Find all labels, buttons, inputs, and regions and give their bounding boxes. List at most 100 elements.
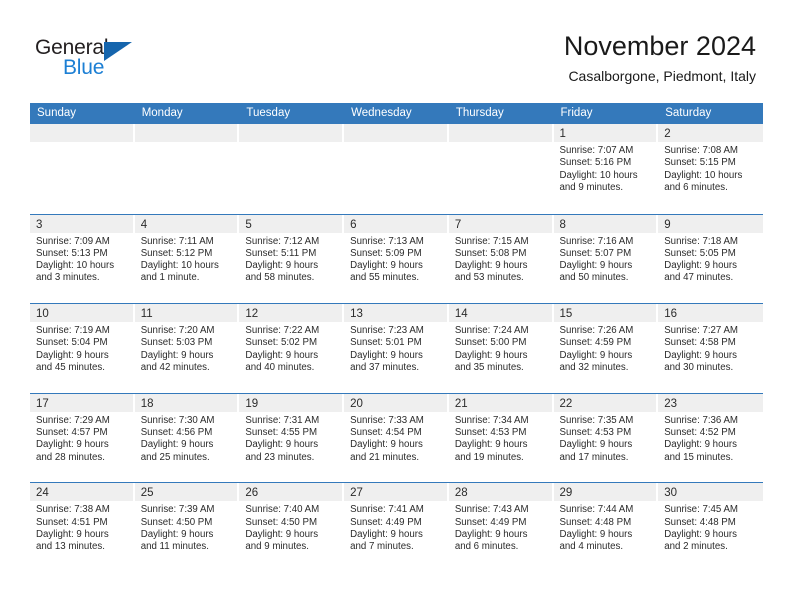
day-number-band: 20 (344, 393, 447, 412)
day-number: 22 (559, 397, 573, 410)
calendar-day-cell[interactable]: 27 Sunrise: 7:41 AM Sunset: 4:49 PM Dayligh… (344, 483, 449, 572)
calendar-week-row: 10 Sunrise: 7:19 AM Sunset: 5:04 PM Dayligh… (30, 303, 763, 393)
page-title: November 2024 (563, 31, 756, 61)
calendar-day-cell[interactable]: 26 Sunrise: 7:40 AM Sunset: 4:50 PM Dayligh… (239, 483, 345, 572)
calendar-day-cell[interactable]: 18 Sunrise: 7:30 AM Sunset: 4:56 PM Dayligh… (134, 393, 240, 483)
calendar-day-cell[interactable]: 6 Sunrise: 7:13 AM Sunset: 5:09 PM Daylight… (344, 214, 449, 304)
calendar-day-cell[interactable]: 28 Sunrise: 7:43 AM Sunset: 4:49 PM Dayligh… (448, 483, 554, 572)
calendar-day-cell[interactable]: 30 Sunrise: 7:45 AM Sunset: 4:48 PM Dayligh… (658, 483, 763, 572)
day-number-band: 13 (344, 304, 447, 323)
calendar-day-cell[interactable]: 25 Sunrise: 7:39 AM Sunset: 4:50 PM Dayligh… (134, 483, 240, 572)
calendar-day-cell[interactable]: 20 Sunrise: 7:33 AM Sunset: 4:54 PM Dayligh… (344, 393, 449, 483)
daylight-text-line2: and 19 minutes. (454, 451, 524, 463)
weekday-header-saturday: Saturday (665, 107, 712, 119)
sunset-text: Sunset: 4:57 PM (36, 427, 108, 439)
weekday-header-row: Sunday Monday Tuesday Wednesday Thursday… (30, 103, 763, 124)
day-number-band: 6 (344, 214, 447, 233)
calendar-day-cell[interactable]: 7 Sunrise: 7:15 AM Sunset: 5:08 PM Daylight… (448, 214, 554, 304)
calendar-day-cell[interactable]: 4 Sunrise: 7:11 AM Sunset: 5:12 PM Daylight… (134, 214, 240, 304)
day-detail-body: Sunrise: 7:26 AM Sunset: 4:59 PM Daylight:… (554, 322, 657, 374)
daylight-text-line1: Daylight: 9 hours (140, 528, 214, 540)
day-detail-body: Sunrise: 7:15 AM Sunset: 5:08 PM Daylight:… (449, 233, 552, 285)
sunrise-text: Sunrise: 7:26 AM (559, 325, 634, 337)
day-number-band: 14 (448, 304, 552, 323)
calendar-day-cell[interactable]: 23 Sunrise: 7:36 AM Sunset: 4:52 PM Dayligh… (658, 393, 763, 483)
sunrise-text: Sunrise: 7:45 AM (664, 504, 738, 516)
calendar-day-cell[interactable]: 1 Sunrise: 7:07 AM Sunset: 5:16 PM Daylight… (553, 124, 659, 214)
daylight-text-line1: Daylight: 10 hours (140, 260, 219, 272)
day-detail-body: Sunrise: 7:16 AM Sunset: 5:07 PM Daylight:… (554, 233, 657, 285)
day-number-band: 10 (30, 304, 133, 323)
triangle-icon (104, 42, 132, 61)
calendar-day-cell[interactable]: 2 Sunrise: 7:08 AM Sunset: 5:15 PM Daylight… (658, 124, 763, 214)
general-blue-logo[interactable]: General Blue (35, 36, 195, 82)
sunset-text: Sunset: 5:01 PM (350, 337, 422, 349)
sunrise-text: Sunrise: 7:36 AM (664, 414, 738, 426)
day-number-band: 22 (553, 393, 657, 412)
day-number: 21 (454, 397, 468, 410)
calendar-weeks: 1 Sunrise: 7:07 AM Sunset: 5:16 PM Daylight… (30, 124, 763, 572)
day-detail-body: Sunrise: 7:30 AM Sunset: 4:56 PM Daylight:… (135, 412, 238, 464)
daylight-text-line1: Daylight: 9 hours (245, 349, 319, 361)
day-number-band: 16 (658, 304, 763, 323)
daylight-text-line1: Daylight: 9 hours (454, 528, 528, 540)
calendar-day-cell[interactable]: 12 Sunrise: 7:22 AM Sunset: 5:02 PM Dayligh… (239, 304, 345, 393)
day-detail-body: Sunrise: 7:36 AM Sunset: 4:52 PM Daylight:… (658, 412, 763, 464)
daylight-text-line1: Daylight: 9 hours (350, 260, 423, 272)
weekday-header-friday: Friday (560, 107, 593, 119)
sunset-text: Sunset: 4:58 PM (664, 337, 736, 349)
daylight-text-line1: Daylight: 9 hours (245, 528, 319, 540)
calendar-day-cell[interactable]: 16 Sunrise: 7:27 AM Sunset: 4:58 PM Dayligh… (658, 304, 763, 393)
calendar-day-cell[interactable]: 15 Sunrise: 7:26 AM Sunset: 4:59 PM Dayligh… (553, 304, 659, 393)
sunset-text: Sunset: 5:08 PM (454, 247, 527, 259)
sunrise-text: Sunrise: 7:41 AM (350, 504, 424, 516)
day-number: 9 (664, 218, 671, 231)
calendar-day-cell[interactable]: 14 Sunrise: 7:24 AM Sunset: 5:00 PM Dayligh… (448, 304, 554, 393)
calendar-day-cell[interactable]: 9 Sunrise: 7:18 AM Sunset: 5:05 PM Daylight… (658, 214, 763, 304)
calendar-page: General Blue November 2024 Casalborgone,… (0, 0, 792, 612)
sunrise-text: Sunrise: 7:44 AM (559, 504, 634, 516)
weekday-header-tuesday: Tuesday (246, 107, 291, 119)
calendar-day-cell[interactable]: 10 Sunrise: 7:19 AM Sunset: 5:04 PM Dayligh… (30, 304, 135, 393)
sunset-text: Sunset: 4:48 PM (559, 516, 632, 528)
calendar-day-cell[interactable]: 17 Sunrise: 7:29 AM Sunset: 4:57 PM Dayligh… (30, 393, 135, 483)
daylight-text-line2: and 3 minutes. (36, 272, 100, 284)
weekday-header-monday: Monday (141, 107, 183, 119)
daylight-text-line1: Daylight: 9 hours (664, 439, 737, 451)
calendar-day-cell[interactable]: 22 Sunrise: 7:35 AM Sunset: 4:53 PM Dayligh… (553, 393, 659, 483)
daylight-text-line2: and 4 minutes. (559, 541, 624, 553)
day-number-band (344, 124, 447, 142)
day-detail-body: Sunrise: 7:23 AM Sunset: 5:01 PM Daylight:… (344, 322, 447, 374)
daylight-text-line1: Daylight: 9 hours (559, 439, 633, 451)
day-number-band: 29 (553, 483, 657, 502)
day-detail-body: Sunrise: 7:19 AM Sunset: 5:04 PM Daylight:… (30, 322, 133, 374)
daylight-text-line1: Daylight: 9 hours (245, 260, 319, 272)
day-detail-body: Sunrise: 7:45 AM Sunset: 4:48 PM Daylight:… (658, 501, 763, 553)
calendar-day-cell[interactable]: 5 Sunrise: 7:12 AM Sunset: 5:11 PM Daylight… (239, 214, 345, 304)
sunrise-text: Sunrise: 7:12 AM (245, 235, 320, 247)
daylight-text-line1: Daylight: 9 hours (664, 349, 737, 361)
sunset-text: Sunset: 4:53 PM (559, 427, 632, 439)
calendar-day-cell[interactable]: 11 Sunrise: 7:20 AM Sunset: 5:03 PM Dayligh… (134, 304, 240, 393)
day-number-band: 9 (658, 214, 763, 233)
daylight-text-line2: and 2 minutes. (664, 541, 728, 553)
day-number-band: 3 (30, 214, 133, 233)
calendar-day-cell[interactable]: 3 Sunrise: 7:09 AM Sunset: 5:13 PM Daylight… (30, 214, 135, 304)
day-number: 13 (350, 308, 363, 321)
day-number: 10 (36, 308, 49, 321)
sunset-text: Sunset: 4:50 PM (140, 516, 213, 528)
page-subtitle: Casalborgone, Piedmont, Italy (568, 68, 756, 84)
sunset-text: Sunset: 4:55 PM (245, 427, 318, 439)
day-number-band: 1 (553, 124, 657, 142)
calendar-day-cell[interactable]: 21 Sunrise: 7:34 AM Sunset: 4:53 PM Dayligh… (448, 393, 554, 483)
daylight-text-line2: and 50 minutes. (559, 272, 629, 284)
calendar-day-cell[interactable]: 24 Sunrise: 7:38 AM Sunset: 4:51 PM Dayligh… (30, 483, 135, 572)
calendar-day-cell[interactable]: 29 Sunrise: 7:44 AM Sunset: 4:48 PM Dayligh… (553, 483, 659, 572)
calendar-day-cell-empty (134, 124, 240, 214)
calendar-day-cell[interactable]: 19 Sunrise: 7:31 AM Sunset: 4:55 PM Dayligh… (239, 393, 345, 483)
calendar-day-cell[interactable]: 8 Sunrise: 7:16 AM Sunset: 5:07 PM Daylight… (553, 214, 659, 304)
daylight-text-line2: and 13 minutes. (36, 541, 105, 553)
calendar-day-cell[interactable]: 13 Sunrise: 7:23 AM Sunset: 5:01 PM Dayligh… (344, 304, 449, 393)
day-number: 12 (245, 308, 259, 321)
day-number-band: 2 (658, 124, 763, 142)
